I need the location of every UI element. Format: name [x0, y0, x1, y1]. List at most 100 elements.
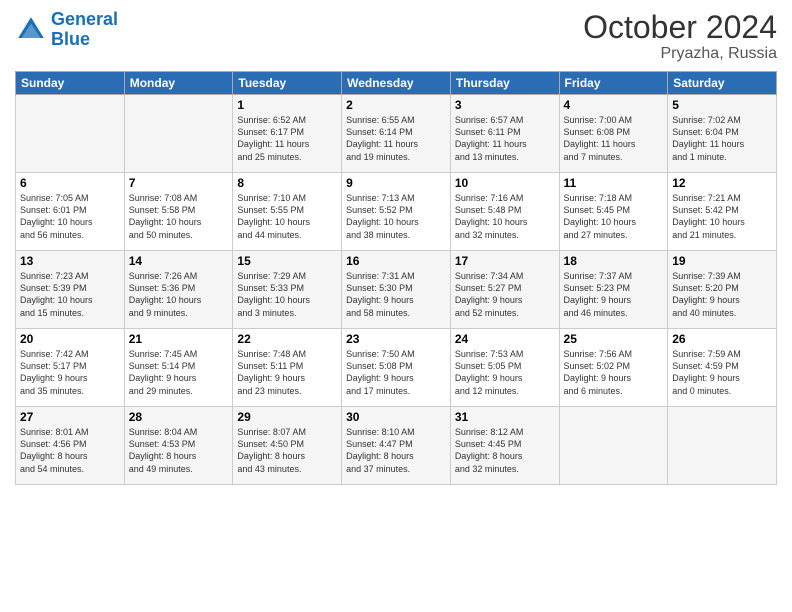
day-info: Sunrise: 7:18 AM Sunset: 5:45 PM Dayligh… — [564, 192, 664, 241]
day-info: Sunrise: 6:52 AM Sunset: 6:17 PM Dayligh… — [237, 114, 337, 163]
day-info: Sunrise: 7:59 AM Sunset: 4:59 PM Dayligh… — [672, 348, 772, 397]
day-info: Sunrise: 7:45 AM Sunset: 5:14 PM Dayligh… — [129, 348, 229, 397]
day-number: 15 — [237, 254, 337, 268]
calendar-cell: 15Sunrise: 7:29 AM Sunset: 5:33 PM Dayli… — [233, 251, 342, 329]
calendar-cell: 4 Sunrise: 7:00 AM Sunset: 6:08 PM Daylig… — [559, 95, 668, 173]
day-number: 19 — [672, 254, 772, 268]
day-info: Sunrise: 7:00 AM Sunset: 6:08 PM Dayligh… — [564, 114, 664, 163]
calendar-cell: 30 Sunrise: 8:10 AM Sunset: 4:47 PM Dayli… — [342, 407, 451, 485]
calendar-cell: 31 Sunrise: 8:12 AM Sunset: 4:45 PM Dayli… — [450, 407, 559, 485]
calendar-cell: 13 Sunrise: 7:23 AM Sunset: 5:39 PM Dayli… — [16, 251, 125, 329]
calendar-cell: 16 Sunrise: 7:31 AM Sunset: 5:30 PM Dayli… — [342, 251, 451, 329]
calendar-cell: 24Sunrise: 7:53 AM Sunset: 5:05 PM Dayli… — [450, 329, 559, 407]
day-info: Sunrise: 7:31 AM Sunset: 5:30 PM Dayligh… — [346, 270, 446, 319]
calendar-cell: 11Sunrise: 7:18 AM Sunset: 5:45 PM Dayli… — [559, 173, 668, 251]
month-title: October 2024 — [583, 10, 777, 45]
calendar-cell — [124, 95, 233, 173]
calendar-cell — [16, 95, 125, 173]
day-number: 12 — [672, 176, 772, 190]
day-info: Sunrise: 6:55 AM Sunset: 6:14 PM Dayligh… — [346, 114, 446, 163]
calendar-week-row: 6 Sunrise: 7:05 AM Sunset: 6:01 PM Daylig… — [16, 173, 777, 251]
day-info: Sunrise: 7:10 AM Sunset: 5:55 PM Dayligh… — [237, 192, 337, 241]
column-header-thursday: Thursday — [450, 72, 559, 95]
day-info: Sunrise: 7:16 AM Sunset: 5:48 PM Dayligh… — [455, 192, 555, 241]
day-number: 20 — [20, 332, 120, 346]
day-info: Sunrise: 6:57 AM Sunset: 6:11 PM Dayligh… — [455, 114, 555, 163]
day-info: Sunrise: 7:05 AM Sunset: 6:01 PM Dayligh… — [20, 192, 120, 241]
day-number: 4 — [564, 98, 664, 112]
calendar-cell: 3 Sunrise: 6:57 AM Sunset: 6:11 PM Daylig… — [450, 95, 559, 173]
day-number: 6 — [20, 176, 120, 190]
day-number: 8 — [237, 176, 337, 190]
day-number: 31 — [455, 410, 555, 424]
calendar-cell: 18 Sunrise: 7:37 AM Sunset: 5:23 PM Dayli… — [559, 251, 668, 329]
day-info: Sunrise: 7:37 AM Sunset: 5:23 PM Dayligh… — [564, 270, 664, 319]
calendar-cell: 6 Sunrise: 7:05 AM Sunset: 6:01 PM Daylig… — [16, 173, 125, 251]
logo-text: General Blue — [51, 10, 118, 50]
calendar-week-row: 13 Sunrise: 7:23 AM Sunset: 5:39 PM Dayli… — [16, 251, 777, 329]
calendar-week-row: 1 Sunrise: 6:52 AM Sunset: 6:17 PM Daylig… — [16, 95, 777, 173]
day-info: Sunrise: 7:50 AM Sunset: 5:08 PM Dayligh… — [346, 348, 446, 397]
day-info: Sunrise: 7:39 AM Sunset: 5:20 PM Dayligh… — [672, 270, 772, 319]
day-number: 3 — [455, 98, 555, 112]
day-number: 27 — [20, 410, 120, 424]
day-number: 2 — [346, 98, 446, 112]
day-info: Sunrise: 8:01 AM Sunset: 4:56 PM Dayligh… — [20, 426, 120, 475]
day-info: Sunrise: 7:53 AM Sunset: 5:05 PM Dayligh… — [455, 348, 555, 397]
logo: General Blue — [15, 10, 118, 50]
logo-icon — [15, 14, 47, 46]
day-number: 18 — [564, 254, 664, 268]
calendar-cell: 26Sunrise: 7:59 AM Sunset: 4:59 PM Dayli… — [668, 329, 777, 407]
calendar-cell: 28Sunrise: 8:04 AM Sunset: 4:53 PM Dayli… — [124, 407, 233, 485]
calendar-cell: 17 Sunrise: 7:34 AM Sunset: 5:27 PM Dayli… — [450, 251, 559, 329]
day-number: 29 — [237, 410, 337, 424]
calendar-cell — [668, 407, 777, 485]
column-header-friday: Friday — [559, 72, 668, 95]
day-info: Sunrise: 7:42 AM Sunset: 5:17 PM Dayligh… — [20, 348, 120, 397]
day-number: 13 — [20, 254, 120, 268]
calendar-cell: 12Sunrise: 7:21 AM Sunset: 5:42 PM Dayli… — [668, 173, 777, 251]
day-info: Sunrise: 8:10 AM Sunset: 4:47 PM Dayligh… — [346, 426, 446, 475]
calendar-cell: 8 Sunrise: 7:10 AM Sunset: 5:55 PM Daylig… — [233, 173, 342, 251]
calendar-header-row: SundayMondayTuesdayWednesdayThursdayFrid… — [16, 72, 777, 95]
day-info: Sunrise: 7:08 AM Sunset: 5:58 PM Dayligh… — [129, 192, 229, 241]
calendar-cell — [559, 407, 668, 485]
day-info: Sunrise: 8:07 AM Sunset: 4:50 PM Dayligh… — [237, 426, 337, 475]
calendar-cell: 29 Sunrise: 8:07 AM Sunset: 4:50 PM Dayli… — [233, 407, 342, 485]
column-header-monday: Monday — [124, 72, 233, 95]
day-info: Sunrise: 7:13 AM Sunset: 5:52 PM Dayligh… — [346, 192, 446, 241]
calendar-cell: 25Sunrise: 7:56 AM Sunset: 5:02 PM Dayli… — [559, 329, 668, 407]
calendar-cell: 22 Sunrise: 7:48 AM Sunset: 5:11 PM Dayli… — [233, 329, 342, 407]
day-info: Sunrise: 7:48 AM Sunset: 5:11 PM Dayligh… — [237, 348, 337, 397]
calendar-week-row: 27 Sunrise: 8:01 AM Sunset: 4:56 PM Dayli… — [16, 407, 777, 485]
calendar-cell: 19 Sunrise: 7:39 AM Sunset: 5:20 PM Dayli… — [668, 251, 777, 329]
day-number: 5 — [672, 98, 772, 112]
day-number: 28 — [129, 410, 229, 424]
location-subtitle: Pryazha, Russia — [583, 45, 777, 63]
calendar-cell: 14Sunrise: 7:26 AM Sunset: 5:36 PM Dayli… — [124, 251, 233, 329]
header: General Blue October 2024 Pryazha, Russi… — [15, 10, 777, 63]
column-header-wednesday: Wednesday — [342, 72, 451, 95]
calendar-cell: 20 Sunrise: 7:42 AM Sunset: 5:17 PM Dayli… — [16, 329, 125, 407]
day-info: Sunrise: 7:23 AM Sunset: 5:39 PM Dayligh… — [20, 270, 120, 319]
calendar-cell: 10Sunrise: 7:16 AM Sunset: 5:48 PM Dayli… — [450, 173, 559, 251]
calendar-table: SundayMondayTuesdayWednesdayThursdayFrid… — [15, 71, 777, 485]
day-info: Sunrise: 7:56 AM Sunset: 5:02 PM Dayligh… — [564, 348, 664, 397]
day-info: Sunrise: 7:34 AM Sunset: 5:27 PM Dayligh… — [455, 270, 555, 319]
day-number: 7 — [129, 176, 229, 190]
day-number: 21 — [129, 332, 229, 346]
day-number: 14 — [129, 254, 229, 268]
calendar-cell: 1 Sunrise: 6:52 AM Sunset: 6:17 PM Daylig… — [233, 95, 342, 173]
day-info: Sunrise: 7:02 AM Sunset: 6:04 PM Dayligh… — [672, 114, 772, 163]
column-header-tuesday: Tuesday — [233, 72, 342, 95]
day-number: 16 — [346, 254, 446, 268]
calendar-cell: 9Sunrise: 7:13 AM Sunset: 5:52 PM Daylig… — [342, 173, 451, 251]
calendar-body: 1 Sunrise: 6:52 AM Sunset: 6:17 PM Daylig… — [16, 95, 777, 485]
day-info: Sunrise: 8:12 AM Sunset: 4:45 PM Dayligh… — [455, 426, 555, 475]
page-container: General Blue October 2024 Pryazha, Russi… — [0, 0, 792, 495]
day-number: 17 — [455, 254, 555, 268]
calendar-cell: 2 Sunrise: 6:55 AM Sunset: 6:14 PM Daylig… — [342, 95, 451, 173]
day-number: 22 — [237, 332, 337, 346]
day-number: 30 — [346, 410, 446, 424]
day-number: 1 — [237, 98, 337, 112]
